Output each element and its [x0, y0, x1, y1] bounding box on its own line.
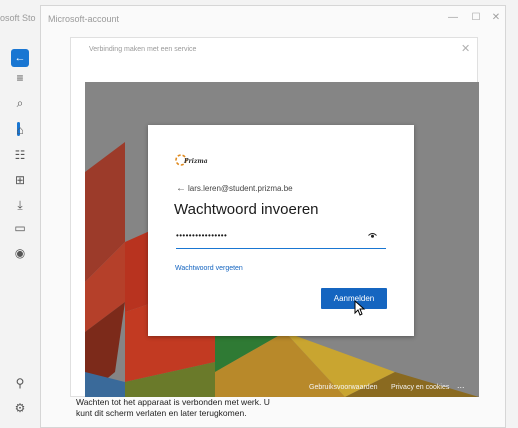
prizma-logo: Prizma [175, 151, 235, 173]
status-message: Wachten tot het apparaat is verbonden me… [76, 397, 270, 418]
password-card: Prizma ← lars.leren@student.prizma.be Wa… [148, 125, 414, 336]
maximize-button[interactable]: ☐ [468, 12, 484, 23]
minimize-button[interactable]: — [445, 12, 461, 23]
settings-icon[interactable]: ⚙ [10, 398, 30, 418]
connect-dialog-title: Verbinding maken met een service [89, 46, 197, 53]
search-icon[interactable]: ⌕ [10, 93, 30, 113]
movies-icon[interactable]: ◉ [10, 243, 30, 263]
account-icon[interactable]: ⚲ [10, 373, 30, 393]
terms-link[interactable]: Gebruiksvoorwaarden [309, 384, 377, 391]
back-arrow-icon[interactable]: ← [11, 49, 29, 67]
reveal-password-icon[interactable] [368, 232, 377, 241]
store-nav-rail: ← ≡ ⌕ ⌂ ☷ ⊞ ⤓ ▭ ◉ ⚲ ⚙ [0, 40, 40, 428]
downloads-icon[interactable]: ⤓ [10, 195, 30, 215]
close-dialog-button[interactable]: ✕ [461, 42, 470, 55]
forgot-password-link[interactable]: Wachtwoord vergeten [175, 265, 243, 272]
apps-icon[interactable]: ☷ [10, 145, 30, 165]
close-window-button[interactable]: ✕ [488, 12, 504, 23]
library-icon[interactable]: ▭ [10, 218, 30, 238]
privacy-link[interactable]: Privacy en cookies [391, 384, 449, 391]
store-title: osoft Sto [0, 13, 36, 23]
mouse-cursor-icon [354, 300, 366, 316]
password-value: •••••••••••••••• [176, 231, 228, 240]
page-title: Wachtwoord invoeren [174, 201, 319, 218]
logo-text: Prizma [184, 158, 208, 165]
more-options-button[interactable]: ... [457, 380, 465, 390]
back-arrow-icon[interactable]: ← [176, 183, 186, 194]
account-email: lars.leren@student.prizma.be [188, 184, 293, 193]
eye-icon [368, 233, 377, 238]
account-window-title: Microsoft-account [48, 14, 120, 24]
home-icon[interactable]: ⌂ [10, 120, 30, 140]
gaming-icon[interactable]: ⊞ [10, 170, 30, 190]
menu-icon[interactable]: ≡ [10, 68, 30, 88]
password-input[interactable]: •••••••••••••••• [176, 230, 386, 249]
